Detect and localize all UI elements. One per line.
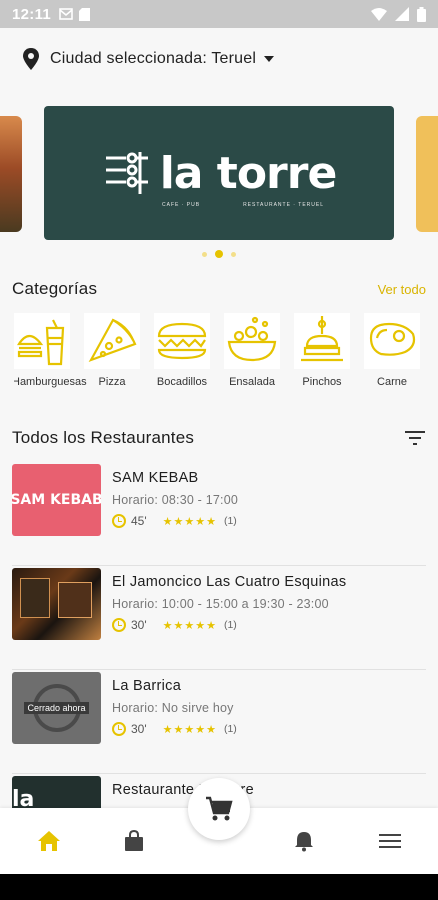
- city-selector[interactable]: Ciudad seleccionada: Teruel: [0, 28, 438, 90]
- banner-la-torre[interactable]: la torre CAFE · PUB RESTAURANTE · TERUEL: [44, 106, 394, 240]
- nav-notifications[interactable]: [291, 828, 317, 854]
- banner-logo-text: la torre: [159, 147, 338, 199]
- delivery-time: 45': [131, 514, 147, 528]
- category-ensalada[interactable]: Ensalada: [224, 313, 280, 389]
- carousel-indicator: [0, 250, 438, 258]
- rating-stars: ★★★★★: [162, 723, 217, 736]
- banner-subtitle-right: RESTAURANTE · TERUEL: [243, 202, 324, 208]
- category-pinchos[interactable]: Pinchos: [294, 313, 350, 389]
- category-bocadillos[interactable]: Bocadillos: [154, 313, 210, 389]
- banner-carousel[interactable]: la torre CAFE · PUB RESTAURANTE · TERUEL: [0, 104, 438, 244]
- status-time: 12:11: [12, 5, 52, 23]
- restaurant-hours: Horario: 10:00 - 15:00 a 19:30 - 23:00: [112, 597, 329, 611]
- system-navigation-bar: [0, 874, 438, 900]
- clock-icon: [112, 722, 126, 736]
- category-label: Bocadillos: [156, 376, 208, 388]
- category-label: Pinchos: [302, 376, 342, 388]
- carousel-dot[interactable]: [202, 251, 207, 257]
- review-count: (1): [223, 723, 237, 735]
- menu-icon: [379, 834, 401, 848]
- delivery-time: 30': [131, 722, 147, 736]
- restaurant-name: La Barrica: [112, 678, 182, 694]
- category-carne[interactable]: Carne: [364, 313, 420, 389]
- banner-subtitle-left: CAFE · PUB: [162, 202, 201, 208]
- tower-logo-icon: [105, 152, 148, 194]
- restaurant-hours: Horario: 08:30 - 17:00: [112, 493, 239, 507]
- city-label: Ciudad seleccionada: Teruel: [50, 50, 257, 67]
- restaurant-thumbnail: [12, 568, 101, 640]
- restaurant-thumbnail: Cerrado ahora: [12, 672, 101, 744]
- cart-button[interactable]: [188, 778, 250, 840]
- review-count: (1): [223, 619, 237, 631]
- status-bar: 12:11: [0, 0, 438, 28]
- steak-icon: [369, 322, 416, 356]
- sandwich-icon: [157, 322, 207, 360]
- battery-icon: [417, 6, 426, 22]
- chevron-down-icon: [264, 56, 275, 62]
- location-pin-icon: [23, 48, 39, 70]
- pincho-icon: [301, 316, 343, 362]
- salad-icon: [227, 316, 277, 362]
- thumbnail-text: SAM KEBAB: [12, 492, 101, 508]
- categories-header: Categorías Ver todo: [12, 279, 426, 299]
- wifi-icon: [371, 7, 387, 21]
- cart-icon: [206, 796, 233, 821]
- nav-menu[interactable]: [377, 828, 403, 854]
- carousel-dot-active[interactable]: [215, 250, 223, 258]
- delivery-time: 30': [131, 618, 147, 632]
- rating-stars: ★★★★★: [162, 515, 217, 528]
- restaurant-item-el-jamoncico[interactable]: El Jamoncico Las Cuatro Esquinas Horario…: [12, 566, 426, 670]
- nav-home[interactable]: [36, 828, 62, 854]
- banner-next[interactable]: [416, 116, 438, 232]
- categories-title: Categorías: [12, 279, 98, 298]
- category-label: Carne: [377, 376, 407, 388]
- burger-icon: [17, 319, 65, 366]
- category-hamburguesas[interactable]: Hamburguesas: [14, 313, 87, 389]
- restaurant-thumbnail: SAM KEBAB: [12, 464, 101, 536]
- category-label: Ensalada: [229, 376, 275, 388]
- bell-icon: [295, 832, 313, 852]
- see-all-link[interactable]: Ver todo: [378, 282, 426, 297]
- mail-icon: [59, 8, 73, 20]
- rating-stars: ★★★★★: [162, 619, 217, 632]
- filter-icon[interactable]: [404, 430, 426, 446]
- clock-icon: [112, 618, 126, 632]
- restaurant-name: El Jamoncico Las Cuatro Esquinas: [112, 574, 347, 590]
- category-label: Pizza: [98, 376, 126, 388]
- restaurant-hours: Horario: No sirve hoy: [112, 701, 234, 715]
- pizza-icon: [88, 318, 137, 363]
- home-icon: [38, 831, 60, 851]
- restaurants-header: Todos los Restaurantes: [12, 428, 426, 448]
- carousel-dot[interactable]: [231, 251, 236, 257]
- signal-icon: [395, 7, 409, 21]
- closed-now-label: Cerrado ahora: [24, 702, 89, 714]
- restaurant-item-sam-kebab[interactable]: SAM KEBAB SAM KEBAB Horario: 08:30 - 17:…: [12, 462, 426, 566]
- restaurants-title: Todos los Restaurantes: [12, 428, 195, 447]
- bag-icon: [125, 830, 143, 851]
- category-pizza[interactable]: Pizza: [84, 313, 140, 389]
- restaurant-name: SAM KEBAB: [112, 470, 199, 486]
- review-count: (1): [223, 515, 237, 527]
- banner-previous[interactable]: [0, 116, 22, 232]
- categories-list: Hamburguesas Pizza Bocadillos Ensalada P…: [14, 313, 438, 389]
- nav-orders[interactable]: [121, 828, 147, 854]
- clock-icon: [112, 514, 126, 528]
- sd-card-icon: [79, 7, 91, 21]
- restaurant-item-la-barrica[interactable]: Cerrado ahora La Barrica Horario: No sir…: [12, 670, 426, 774]
- category-label: Hamburguesas: [14, 376, 87, 388]
